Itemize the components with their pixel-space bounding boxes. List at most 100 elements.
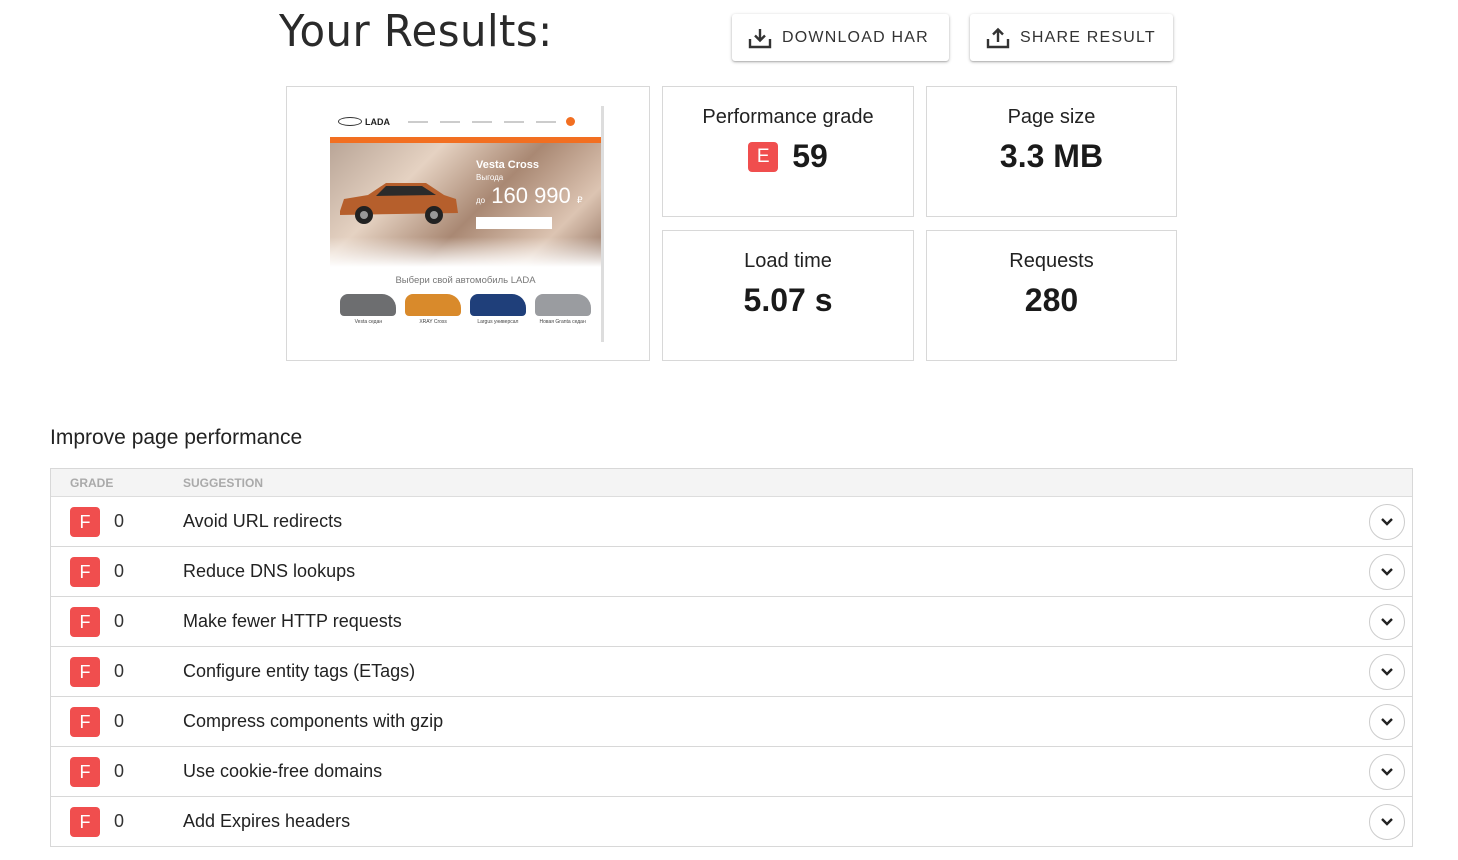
car-image [340, 294, 397, 316]
thumb-hero: Vesta Cross Выгода до 160 990 ₽ [330, 137, 601, 267]
thumb-hero-bar [330, 137, 601, 143]
thumb-car: Новая Granta седан [534, 294, 591, 325]
table-row[interactable]: F 0 Avoid URL redirects [51, 497, 1412, 547]
expand-button[interactable] [1369, 553, 1405, 590]
page-title: Your Results: [279, 6, 553, 57]
grade-badge: F [70, 656, 100, 687]
expand-button[interactable] [1369, 503, 1405, 540]
grade-badge: F [70, 506, 100, 537]
page-screenshot-card: LADA Vesta Cross Выгода до 160 990 ₽ Выб… [286, 86, 650, 361]
grade-score: 0 [114, 661, 125, 681]
thumb-hero-model: Vesta Cross [476, 159, 539, 171]
thumb-car-list: Vesta седан XRAY Cross Largus универсал … [330, 286, 601, 325]
grade-score: 0 [114, 711, 125, 731]
thumb-hero-button [476, 217, 552, 229]
thumb-car: Vesta седан [340, 294, 397, 325]
improve-section-title: Improve page performance [50, 426, 303, 449]
page-screenshot: LADA Vesta Cross Выгода до 160 990 ₽ Выб… [330, 106, 604, 342]
page-size-label: Page size [1007, 106, 1096, 128]
load-time-label: Load time [744, 250, 832, 272]
grade-badge: F [70, 756, 100, 787]
suggestion-text: Make fewer HTTP requests [183, 611, 402, 631]
download-har-button[interactable]: DOWNLOAD HAR [732, 14, 949, 61]
grade-score: 0 [114, 761, 125, 781]
download-har-label: DOWNLOAD HAR [782, 28, 929, 46]
share-icon [986, 27, 1010, 48]
grade-score: 0 [114, 811, 125, 831]
lada-logo: LADA [338, 117, 390, 127]
expand-button[interactable] [1369, 753, 1405, 790]
page-size-card: Page size 3.3 MB [926, 86, 1177, 217]
grade-score: 0 [114, 511, 125, 531]
car-image [534, 294, 591, 316]
suggestion-text: Add Expires headers [183, 811, 351, 831]
performance-grade-label: Performance grade [702, 106, 874, 128]
car-image [469, 294, 526, 316]
car-image [405, 294, 462, 316]
grade-badge: F [70, 606, 100, 637]
performance-grade-card: Performance grade E 59 [662, 86, 914, 217]
thumb-hero-price: до 160 990 ₽ [476, 183, 583, 208]
grade-cell: F0 [51, 656, 183, 687]
chevron-down-icon [1381, 817, 1393, 826]
table-row[interactable]: F 0 Compress components with gzip [51, 697, 1412, 747]
chevron-down-icon [1381, 717, 1393, 726]
table-row[interactable]: F 0 Make fewer HTTP requests [51, 597, 1412, 647]
thumb-nav-links [408, 120, 556, 123]
grade-badge: F [70, 706, 100, 737]
thumb-nav: LADA [330, 106, 601, 137]
suggestion-text: Avoid URL redirects [183, 511, 343, 531]
lada-brand: LADA [365, 116, 390, 127]
load-time-card: Load time 5.07 s [662, 230, 914, 361]
share-result-button[interactable]: SHARE RESULT [970, 14, 1173, 61]
table-row[interactable]: F 0 Add Expires headers [51, 797, 1412, 847]
grade-cell: F0 [51, 756, 183, 787]
table-row[interactable]: F 0 Reduce DNS lookups [51, 547, 1412, 597]
suggestion-text: Compress components with gzip [183, 711, 444, 731]
thumb-car: Largus универсал [469, 294, 526, 325]
lada-logo-icon [338, 117, 362, 126]
suggestion-text: Reduce DNS lookups [183, 561, 356, 581]
suggestions-table: GRADE SUGGESTION F 0 Avoid URL redirects F 0… [50, 468, 1413, 847]
expand-button[interactable] [1369, 803, 1405, 840]
suggestion-text: Use cookie-free domains [183, 761, 383, 781]
load-time-value: 5.07 s [743, 282, 833, 318]
table-header: GRADE SUGGESTION [51, 469, 1412, 497]
requests-card: Requests 280 [926, 230, 1177, 361]
expand-button[interactable] [1369, 653, 1405, 690]
grade-cell: F0 [51, 706, 183, 737]
chevron-down-icon [1381, 617, 1393, 626]
requests-label: Requests [1009, 250, 1094, 272]
grade-score: 0 [114, 611, 125, 631]
grade-cell: F0 [51, 606, 183, 637]
table-row[interactable]: F 0 Use cookie-free domains [51, 747, 1412, 797]
share-result-label: SHARE RESULT [1020, 28, 1156, 46]
suggestion-text: Configure entity tags (ETags) [183, 661, 416, 681]
thumb-car: XRAY Cross [405, 294, 462, 325]
page-size-value: 3.3 MB [999, 138, 1104, 174]
column-header-suggestion: SUGGESTION [183, 475, 264, 490]
grade-badge: F [70, 556, 100, 587]
chevron-down-icon [1381, 517, 1393, 526]
thumb-choose-text: Выбери свой автомобиль LADA [395, 275, 536, 286]
chevron-down-icon [1381, 667, 1393, 676]
thumb-nav-badge [566, 117, 575, 126]
requests-value: 280 [1024, 282, 1079, 318]
grade-score: 0 [114, 561, 125, 581]
thumb-hero-sub: Выгода [476, 173, 504, 182]
chevron-down-icon [1381, 767, 1393, 776]
expand-button[interactable] [1369, 603, 1405, 640]
grade-badge: E [748, 141, 779, 172]
expand-button[interactable] [1369, 703, 1405, 740]
grade-cell: F0 [51, 556, 183, 587]
grade-cell: F0 [51, 506, 183, 537]
grade-cell: F0 [51, 806, 183, 837]
download-icon [748, 28, 772, 48]
performance-grade-value: E 59 [663, 138, 913, 175]
chevron-down-icon [1381, 567, 1393, 576]
grade-badge: F [70, 806, 100, 837]
table-row[interactable]: F 0 Configure entity tags (ETags) [51, 647, 1412, 697]
car-image [340, 183, 458, 224]
performance-score: 59 [792, 138, 828, 174]
column-header-grade: GRADE [70, 475, 114, 490]
